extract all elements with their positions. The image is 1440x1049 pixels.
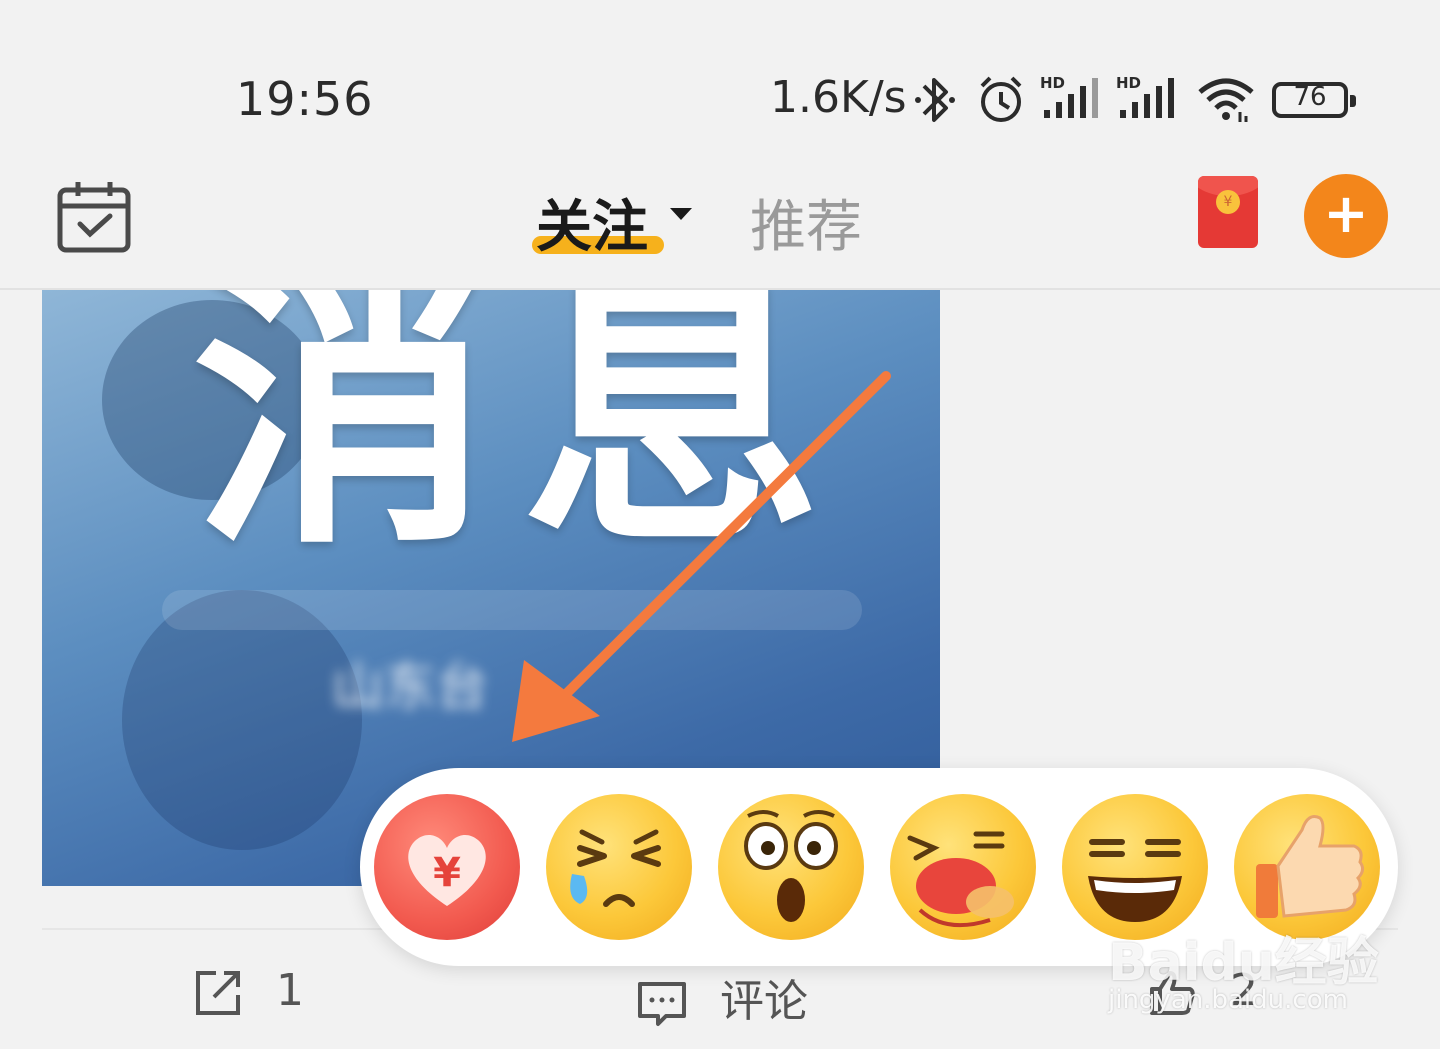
alarm-icon bbox=[980, 76, 1022, 122]
heart-yuan-icon: ¥ bbox=[408, 834, 486, 906]
comment-label: 评论 bbox=[720, 976, 808, 1027]
bluetooth-icon bbox=[915, 78, 955, 122]
coin-symbol: ¥ bbox=[1216, 190, 1240, 214]
comment-icon bbox=[638, 982, 686, 1026]
share-count: 1 bbox=[276, 965, 304, 1016]
calendar-check-icon[interactable] bbox=[56, 178, 132, 254]
reaction-reward[interactable]: ¥ bbox=[374, 794, 520, 940]
reaction-cry[interactable] bbox=[546, 794, 692, 940]
reaction-thumbs-up[interactable] bbox=[1234, 794, 1380, 940]
battery-level: 76 bbox=[1293, 82, 1327, 112]
top-nav-bar: 关注 推荐 ¥ + bbox=[0, 160, 1440, 290]
svg-text:HD: HD bbox=[1116, 74, 1141, 92]
wifi-icon bbox=[1198, 78, 1254, 122]
reaction-grin[interactable] bbox=[1062, 794, 1208, 940]
status-bar: 19:56 1.6K/s HD HD 76 bbox=[0, 0, 1440, 160]
status-time: 19:56 bbox=[236, 72, 374, 126]
tab-recommend[interactable]: 推荐 bbox=[750, 182, 862, 263]
image-subtitle-blurred: 山东台 bbox=[332, 658, 489, 718]
image-background-shape bbox=[162, 590, 862, 630]
shocked-face-icon bbox=[744, 810, 838, 922]
signal-hd-icon: HD bbox=[1116, 74, 1174, 118]
share-action[interactable]: 1 bbox=[192, 965, 304, 1019]
grinning-face-icon bbox=[1088, 839, 1182, 922]
share-icon bbox=[196, 971, 240, 1015]
signal-hd-icon: HD bbox=[1040, 74, 1098, 118]
add-button[interactable]: + bbox=[1304, 174, 1388, 258]
battery-icon: 76 bbox=[1272, 82, 1356, 118]
image-headline-text: 消息 bbox=[192, 290, 852, 584]
network-speed: 1.6K/s bbox=[770, 72, 907, 123]
crying-face-icon bbox=[570, 829, 661, 907]
tab-follow[interactable]: 关注 bbox=[536, 182, 648, 263]
svg-text:HD: HD bbox=[1040, 74, 1065, 92]
red-packet-icon[interactable]: ¥ bbox=[1198, 176, 1258, 248]
comment-action[interactable]: 评论 bbox=[636, 965, 808, 1030]
reaction-shock[interactable] bbox=[718, 794, 864, 940]
baidu-watermark: Baidu经验 bbox=[1108, 933, 1379, 993]
reaction-laugh-cover[interactable] bbox=[890, 794, 1036, 940]
thumbs-up-icon bbox=[1256, 815, 1365, 918]
laughing-hand-face-icon bbox=[907, 831, 1014, 928]
baidu-watermark-url: jingyan.baidu.com bbox=[1108, 985, 1348, 1015]
yuan-symbol: ¥ bbox=[433, 850, 461, 896]
caret-down-icon[interactable] bbox=[670, 208, 692, 220]
